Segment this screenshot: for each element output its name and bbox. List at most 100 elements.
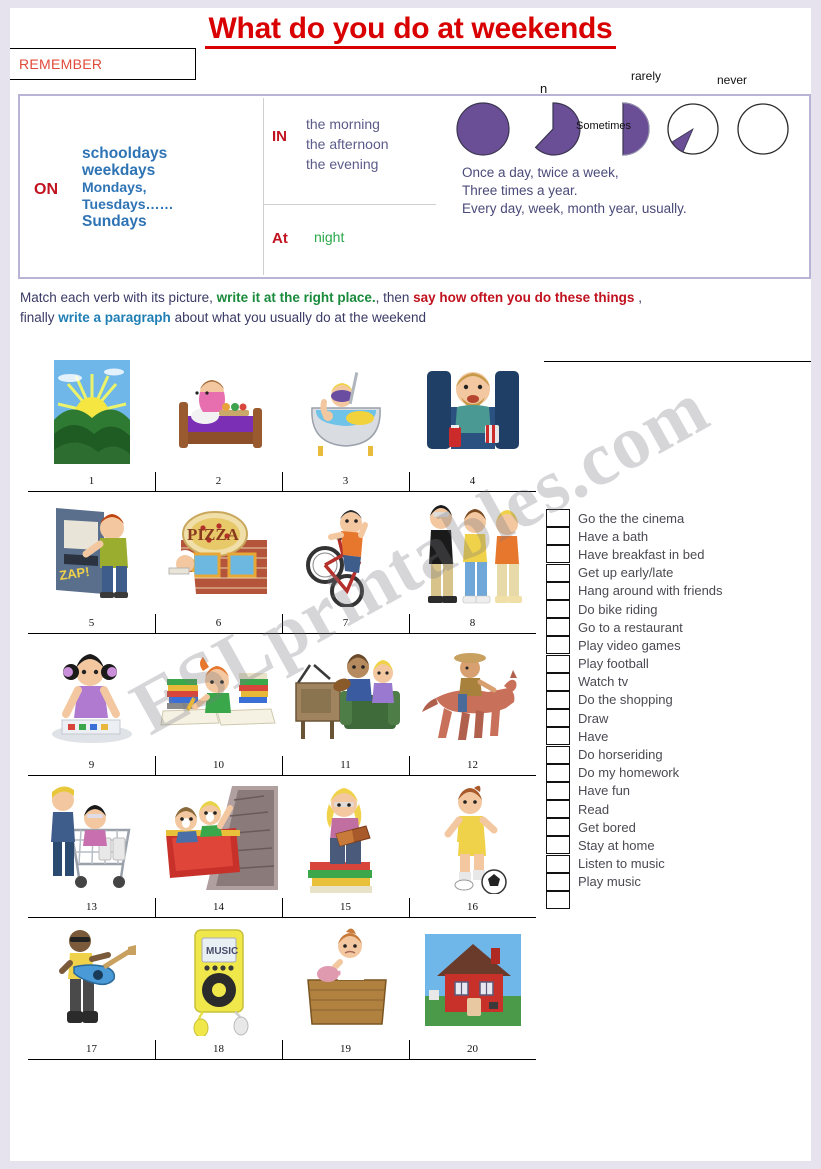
picture-number: 16	[467, 901, 478, 913]
verb-checkbox[interactable]	[546, 618, 570, 637]
picture-number: 12	[467, 759, 478, 771]
verb-checkbox[interactable]	[546, 545, 570, 564]
picture-cell-2[interactable]: 2	[155, 350, 282, 491]
on-day-3: Mondays,	[82, 179, 147, 195]
picture-cell-19[interactable]: 19	[282, 918, 409, 1059]
verb-row[interactable]: Watch tv	[546, 672, 808, 691]
verb-checkbox[interactable]	[546, 727, 570, 746]
verb-row[interactable]: Stay at home	[546, 836, 808, 855]
picture-cell-4[interactable]: 4	[409, 350, 536, 491]
verb-checkbox[interactable]	[546, 891, 570, 910]
verb-row[interactable]: Play football	[546, 654, 808, 673]
verb-checkbox[interactable]	[546, 527, 570, 546]
girl-breakfast-in-bed-icon	[155, 350, 282, 474]
picture-number: 4	[469, 475, 476, 487]
column-separator	[409, 614, 410, 633]
picture-cell-12[interactable]: 12	[409, 634, 536, 775]
boy-on-bike-icon	[282, 492, 409, 616]
on-day-2: weekdays	[82, 162, 156, 179]
picture-cell-6[interactable]: PIZZA 6	[155, 492, 282, 633]
pie-rarely-icon	[664, 100, 722, 158]
worksheet-sheet: What do you do at weekends REMEMBER n ra…	[10, 8, 811, 1161]
frequency-sentences: Once a day, twice a week, Three times a …	[462, 164, 687, 218]
verb-checkbox[interactable]	[546, 636, 570, 655]
verb-checkbox[interactable]	[546, 600, 570, 619]
verb-row[interactable]: Do my homework	[546, 763, 808, 782]
column-separator	[282, 756, 283, 775]
verb-row[interactable]: Get bored	[546, 818, 808, 837]
on-day-4: Tuesdays……	[82, 196, 174, 212]
verb-row[interactable]: Go the the cinema	[546, 509, 808, 528]
verb-checkbox[interactable]	[546, 781, 570, 800]
verb-checkbox[interactable]	[546, 563, 570, 582]
verb-row[interactable]: Have	[546, 727, 808, 746]
verb-row[interactable]: Do horseriding	[546, 745, 808, 764]
verb-checkbox[interactable]	[546, 690, 570, 709]
picture-cell-11[interactable]: 11	[282, 634, 409, 775]
verb-label: Stay at home	[578, 837, 655, 853]
verb-row[interactable]: Have a bath	[546, 527, 808, 546]
picture-cell-15[interactable]: 15	[282, 776, 409, 917]
picture-cell-9[interactable]: 9	[28, 634, 155, 775]
instructions-blue: write a paragraph	[58, 310, 171, 325]
picture-cell-14[interactable]: 14	[155, 776, 282, 917]
verb-checkbox[interactable]	[546, 836, 570, 855]
verb-row[interactable]: Draw	[546, 709, 808, 728]
verb-checkbox[interactable]	[546, 709, 570, 728]
verb-checkbox[interactable]	[546, 854, 570, 873]
verb-checkbox[interactable]	[546, 872, 570, 891]
on-day-1: schooldays	[82, 145, 168, 162]
verb-row[interactable]: Hang around with friends	[546, 581, 808, 600]
picture-cell-8[interactable]: 8	[409, 492, 536, 633]
verb-label: Draw	[578, 710, 609, 726]
boy-in-bathtub-snorkel-icon	[282, 350, 409, 474]
column-separator	[155, 1040, 156, 1059]
picture-cell-17[interactable]: 17	[28, 918, 155, 1059]
preposition-in-times: the morning the afternoon the evening	[306, 114, 389, 174]
picture-number: 15	[340, 901, 351, 913]
instructions-part-1: Match each verb with its picture,	[20, 290, 217, 305]
verb-row[interactable]: Do bike riding	[546, 600, 808, 619]
frequency-label-often: n	[540, 81, 548, 96]
verb-row[interactable]: Go to a restaurant	[546, 618, 808, 637]
verb-label: Have fun	[578, 783, 631, 799]
verb-row[interactable]: Play music	[546, 872, 808, 891]
picture-number: 11	[340, 759, 351, 771]
verb-checkbox[interactable]	[546, 745, 570, 764]
verb-checkbox[interactable]	[546, 581, 570, 600]
verb-checkbox[interactable]	[546, 763, 570, 782]
picture-cell-20[interactable]: 20	[409, 918, 536, 1059]
verb-row[interactable]	[546, 891, 808, 910]
preposition-in-label: IN	[272, 128, 287, 145]
instructions-green: write it at the right place.	[216, 290, 376, 305]
picture-cell-7[interactable]: 7	[282, 492, 409, 633]
verb-row[interactable]: Read	[546, 800, 808, 819]
verb-checkbox[interactable]	[546, 509, 570, 528]
verb-row[interactable]: Play video games	[546, 636, 808, 655]
verb-checkbox[interactable]	[546, 672, 570, 691]
verb-checkbox[interactable]	[546, 818, 570, 837]
picture-cell-3[interactable]: 3	[282, 350, 409, 491]
verb-checkbox[interactable]	[546, 654, 570, 673]
prepositions-table: ON schooldays weekdays Mondays, Tuesdays…	[22, 98, 437, 275]
page-title: What do you do at weekends	[10, 12, 811, 49]
picture-cell-1[interactable]: 1	[28, 350, 155, 491]
picture-cell-16[interactable]: 16	[409, 776, 536, 917]
verb-row[interactable]: Get up early/late	[546, 563, 808, 582]
teens-hanging-out-icon	[409, 492, 536, 616]
verb-checkbox[interactable]	[546, 800, 570, 819]
verb-row[interactable]: Listen to music	[546, 854, 808, 873]
man-playing-guitar-icon	[28, 918, 155, 1042]
picture-cell-5[interactable]: ZAP! 5	[28, 492, 155, 633]
picture-cell-18[interactable]: MUSIC 18	[155, 918, 282, 1059]
verb-row[interactable]: Do the shopping	[546, 690, 808, 709]
svg-text:PIZZA: PIZZA	[187, 525, 240, 544]
remember-table: ON schooldays weekdays Mondays, Tuesdays…	[18, 94, 811, 279]
verb-label: Do the shopping	[578, 692, 673, 708]
pie-usually-icon	[524, 100, 582, 158]
girl-reading-on-books-icon	[282, 776, 409, 900]
picture-cell-13[interactable]: 13	[28, 776, 155, 917]
picture-cell-10[interactable]: 10	[155, 634, 282, 775]
verb-row[interactable]: Have fun	[546, 781, 808, 800]
verb-row[interactable]: Have breakfast in bed	[546, 545, 808, 564]
